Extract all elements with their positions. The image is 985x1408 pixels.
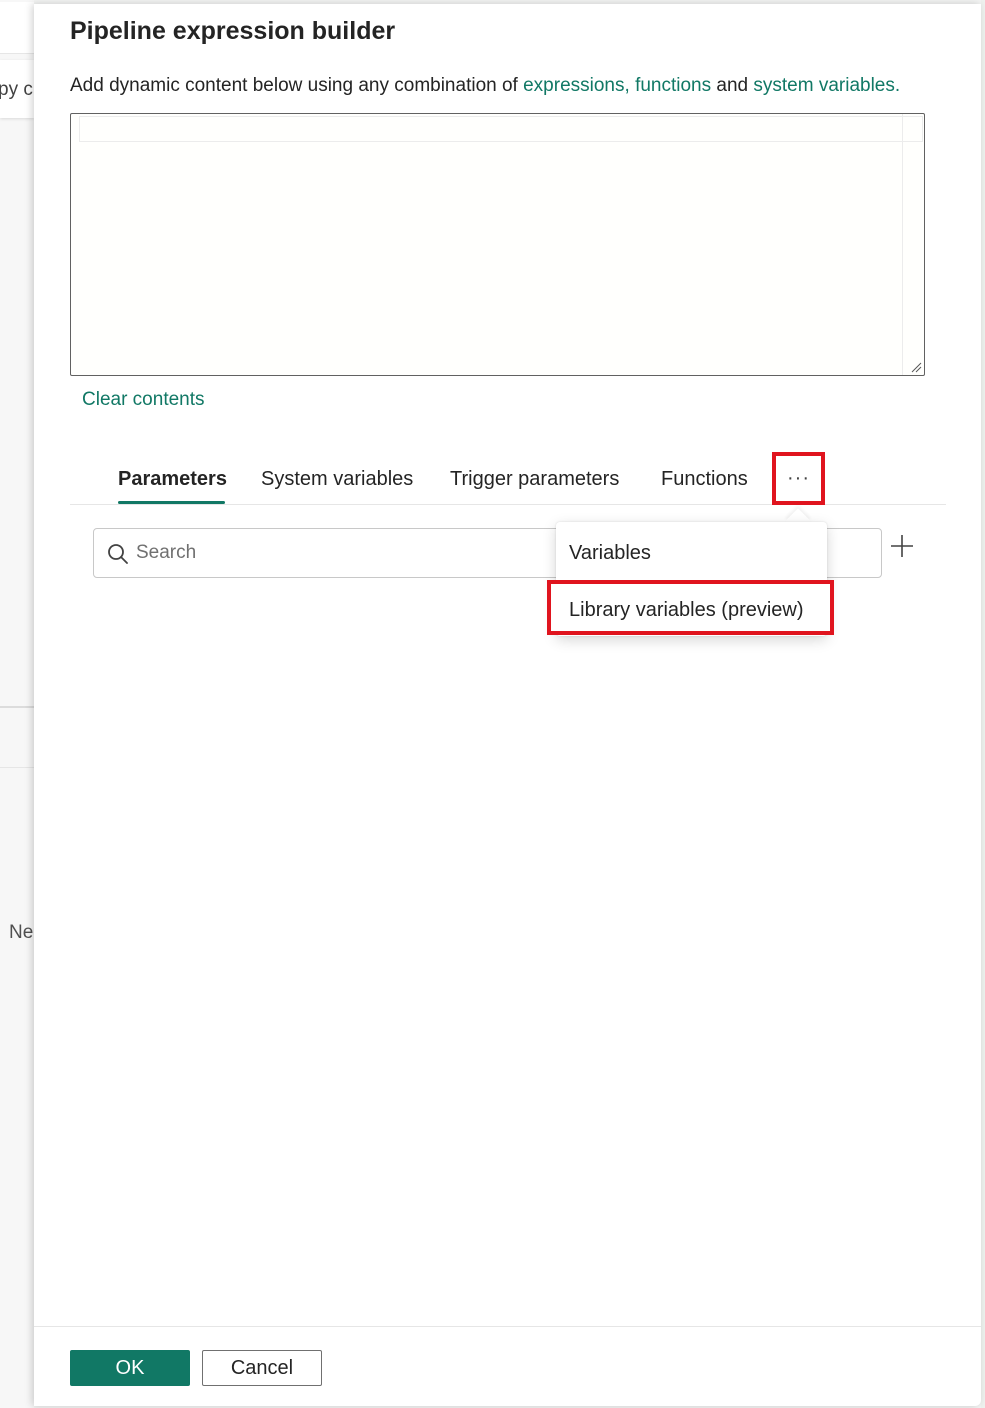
cancel-button[interactable]: Cancel [202, 1350, 322, 1386]
background-side-text: Ne [9, 922, 34, 943]
functions-link[interactable]: functions [635, 75, 711, 96]
add-icon[interactable] [890, 534, 914, 558]
search-input[interactable] [136, 539, 536, 567]
expression-builder-dialog: Pipeline expression builder Add dynamic … [34, 4, 981, 1406]
overflow-menu: Variables Library variables (preview) [547, 522, 834, 636]
tab-system-variables[interactable]: System variables [261, 468, 413, 491]
dialog-description: Add dynamic content below using any comb… [70, 75, 900, 97]
background-card-top [0, 2, 34, 54]
background-card-text: py c [0, 79, 33, 100]
clear-contents-link[interactable]: Clear contents [82, 389, 205, 411]
editor-scrollbar[interactable] [902, 114, 924, 375]
resize-handle-icon[interactable] [910, 361, 922, 373]
expression-editor[interactable] [70, 113, 925, 376]
background-divider [0, 706, 34, 708]
search-icon [108, 544, 128, 564]
system-variables-link[interactable]: system variables. [753, 75, 900, 96]
dialog-title: Pipeline expression builder [70, 17, 396, 45]
background-divider [0, 767, 34, 768]
menu-item-variables[interactable]: Variables [569, 542, 651, 565]
ok-button[interactable]: OK [70, 1350, 190, 1386]
description-middle: and [711, 75, 754, 96]
background-right-edge [981, 0, 985, 1408]
tab-functions[interactable]: Functions [661, 468, 748, 491]
menu-item-library-variables[interactable]: Library variables (preview) [547, 580, 834, 635]
editor-current-line[interactable] [79, 116, 923, 142]
tab-trigger-parameters[interactable]: Trigger parameters [450, 468, 619, 491]
description-prefix: Add dynamic content below using any comb… [70, 75, 524, 96]
expressions-link[interactable]: expressions, [523, 75, 630, 96]
background-card: py c [0, 60, 34, 118]
more-tabs-button[interactable]: ··· [772, 452, 825, 505]
background-side-panel: py c Ne [0, 0, 34, 1408]
tab-parameters[interactable]: Parameters [118, 468, 227, 491]
more-horizontal-icon: ··· [787, 467, 810, 489]
active-tab-indicator [118, 501, 225, 504]
footer-divider [34, 1326, 981, 1327]
